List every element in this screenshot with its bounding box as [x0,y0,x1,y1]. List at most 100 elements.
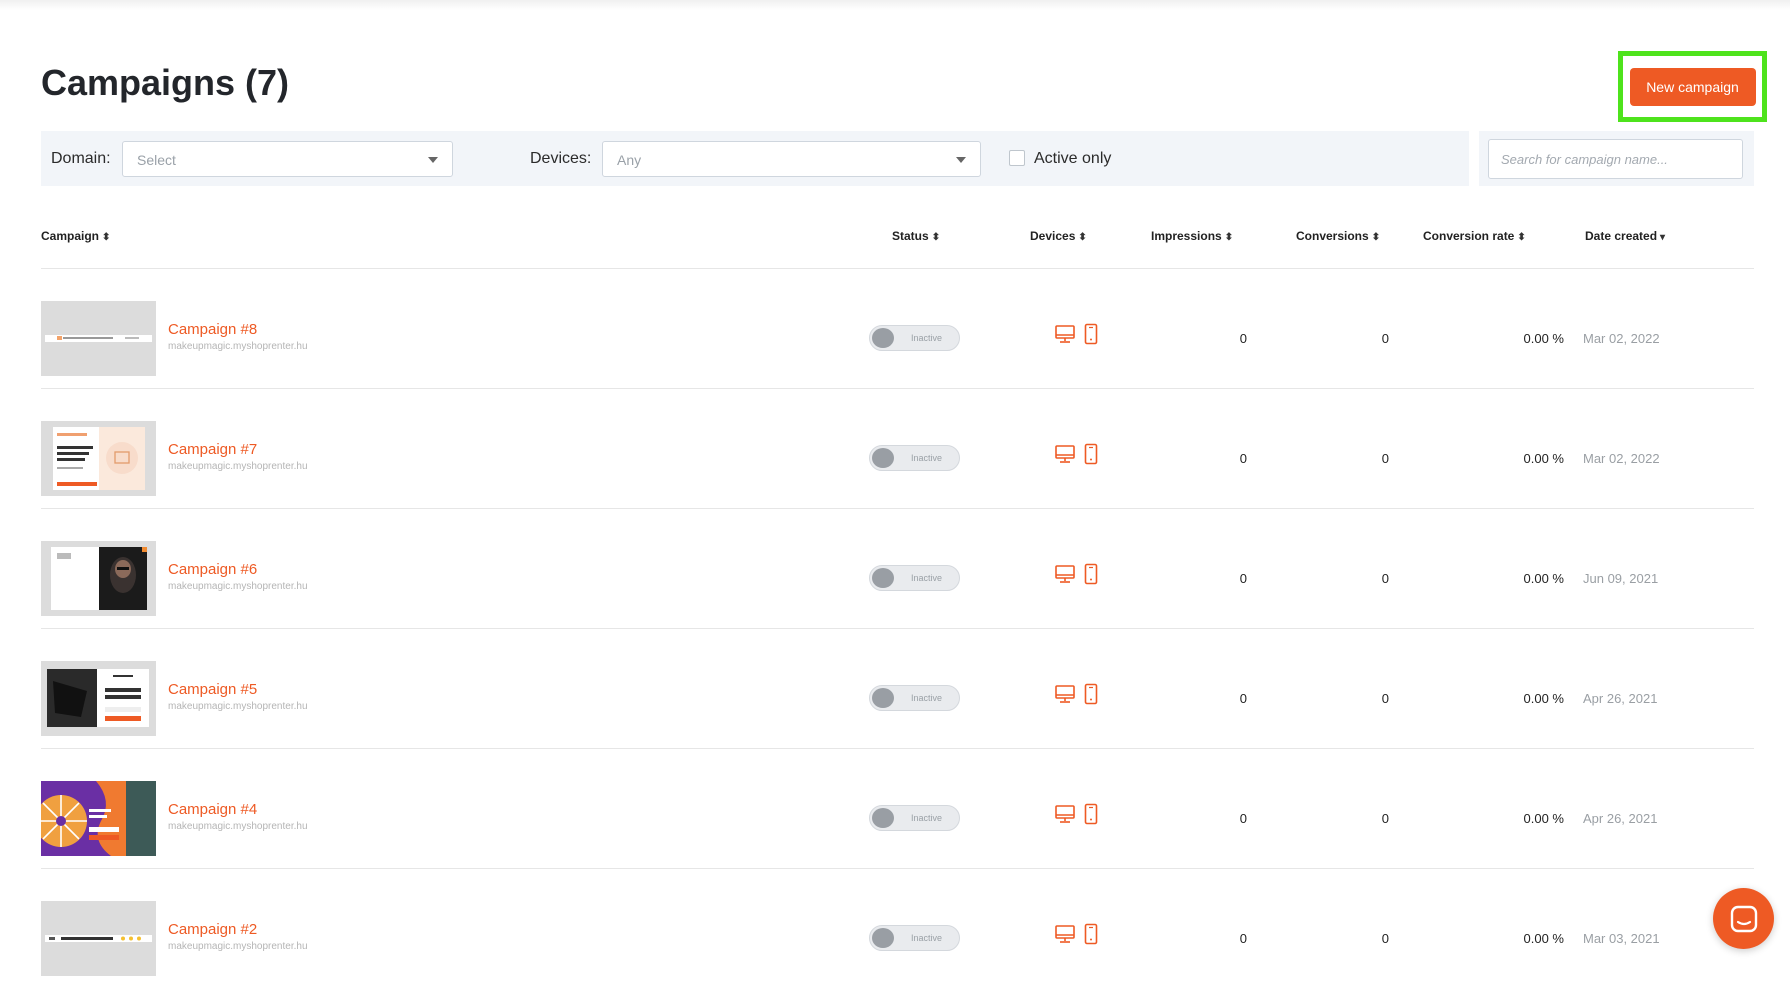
campaign-thumbnail[interactable] [41,661,156,736]
column-header-conversions[interactable]: Conversions ⬍ [1296,229,1380,243]
campaign-domain: makeupmagic.myshoprenter.hu [168,341,308,352]
search-wrapper [1479,131,1754,186]
domain-label: Domain: [51,150,111,167]
date-created-value: Apr 26, 2021 [1583,691,1658,706]
highlight-frame: New campaign [1618,51,1767,122]
column-header-status[interactable]: Status ⬍ [892,229,940,243]
status-label: Inactive [911,453,943,463]
toggle-knob [872,688,894,708]
conversions-value: 0 [1381,931,1389,946]
desktop-icon [1054,443,1076,470]
sort-icon: ⬍ [1371,232,1381,243]
desktop-icon [1054,923,1076,950]
status-label: Inactive [911,333,943,343]
status-label: Inactive [911,813,943,823]
filter-bar: Domain: Select Devices: Any Active only [41,131,1469,186]
new-campaign-button[interactable]: New campaign [1629,67,1756,106]
devices-label: Devices: [530,150,592,167]
devices-select[interactable]: Any [602,141,981,177]
conversion-rate-value: 0.00 % [1523,571,1564,586]
column-header-date-created[interactable]: Date created ▾ [1585,229,1665,243]
conversion-rate-value: 0.00 % [1523,691,1564,706]
table-row: Campaign #6 makeupmagic.myshoprenter.hu In… [41,509,1754,629]
sort-icon: ⬍ [1078,232,1087,243]
conversions-value: 0 [1381,691,1389,706]
status-label: Inactive [911,933,943,943]
conversion-rate-value: 0.00 % [1523,451,1564,466]
campaign-thumbnail[interactable] [41,421,156,496]
status-toggle[interactable]: Inactive [869,445,960,471]
campaign-name-link[interactable]: Campaign #6 [168,561,257,578]
status-toggle[interactable]: Inactive [869,925,960,951]
sort-icon: ⬍ [1224,232,1234,243]
campaign-domain: makeupmagic.myshoprenter.hu [168,701,308,712]
date-created-value: Mar 02, 2022 [1583,331,1660,346]
column-header-impressions[interactable]: Impressions ⬍ [1151,229,1233,243]
impressions-value: 0 [1239,571,1247,586]
campaign-name-link[interactable]: Campaign #5 [168,681,257,698]
table-row: Campaign #8 makeupmagic.myshoprenter.hu In… [41,269,1754,389]
sort-icon: ⬍ [931,232,941,243]
campaign-name-link[interactable]: Campaign #2 [168,921,257,938]
date-created-value: Apr 26, 2021 [1583,811,1658,826]
campaign-domain: makeupmagic.myshoprenter.hu [168,581,308,592]
conversions-value: 0 [1381,331,1389,346]
campaign-name-link[interactable]: Campaign #4 [168,801,257,818]
sort-icon: ⬍ [1517,232,1526,243]
status-toggle[interactable]: Inactive [869,685,960,711]
toggle-knob [872,808,894,828]
table-row: Campaign #7 makeupmagic.myshoprenter.hu In… [41,389,1754,509]
chat-button[interactable] [1713,888,1774,949]
column-header-devices[interactable]: Devices ⬍ [1030,229,1087,243]
toggle-knob [872,568,894,588]
mobile-icon [1083,443,1099,470]
campaign-name-link[interactable]: Campaign #7 [168,441,257,458]
campaign-thumbnail[interactable] [41,301,156,376]
impressions-value: 0 [1239,811,1247,826]
campaign-domain: makeupmagic.myshoprenter.hu [168,461,308,472]
desktop-icon [1054,683,1076,710]
conversions-value: 0 [1381,811,1389,826]
status-toggle[interactable]: Inactive [869,805,960,831]
column-header-campaign[interactable]: Campaign ⬍ [41,229,110,243]
campaign-thumbnail[interactable] [41,901,156,976]
mobile-icon [1083,683,1099,710]
status-toggle[interactable]: Inactive [869,325,960,351]
campaign-thumbnail[interactable] [41,781,156,856]
status-label: Inactive [911,693,943,703]
active-only-checkbox[interactable] [1009,150,1025,166]
toggle-knob [872,448,894,468]
date-created-value: Jun 09, 2021 [1583,571,1659,586]
table-row: Campaign #2 makeupmagic.myshoprenter.hu In… [41,869,1754,986]
search-input[interactable] [1488,139,1743,179]
table-row: Campaign #4 makeupmagic.myshoprenter.hu In… [41,749,1754,869]
desktop-icon [1054,563,1076,590]
status-toggle[interactable]: Inactive [869,565,960,591]
campaign-domain: makeupmagic.myshoprenter.hu [168,941,308,952]
column-header-conversion-rate[interactable]: Conversion rate ⬍ [1423,229,1526,243]
mobile-icon [1083,323,1099,350]
status-label: Inactive [911,573,943,583]
table-row: Campaign #5 makeupmagic.myshoprenter.hu In… [41,629,1754,749]
conversions-value: 0 [1381,451,1389,466]
impressions-value: 0 [1239,931,1247,946]
impressions-value: 0 [1239,691,1247,706]
top-bar [0,0,1790,10]
domain-select[interactable]: Select [122,141,453,177]
conversions-value: 0 [1381,571,1389,586]
campaign-thumbnail[interactable] [41,541,156,616]
campaign-name-link[interactable]: Campaign #8 [168,321,257,338]
impressions-value: 0 [1239,451,1247,466]
conversion-rate-value: 0.00 % [1523,811,1564,826]
campaign-domain: makeupmagic.myshoprenter.hu [168,821,308,832]
date-created-value: Mar 03, 2021 [1583,931,1660,946]
mobile-icon [1083,563,1099,590]
conversion-rate-value: 0.00 % [1523,931,1564,946]
date-created-value: Mar 02, 2022 [1583,451,1660,466]
devices-select-value: Any [617,152,642,168]
chevron-down-icon [956,157,966,163]
page-title: Campaigns (7) [41,62,290,103]
sort-icon: ⬍ [102,232,111,243]
toggle-knob [872,328,894,348]
active-only-label[interactable]: Active only [1034,150,1111,168]
